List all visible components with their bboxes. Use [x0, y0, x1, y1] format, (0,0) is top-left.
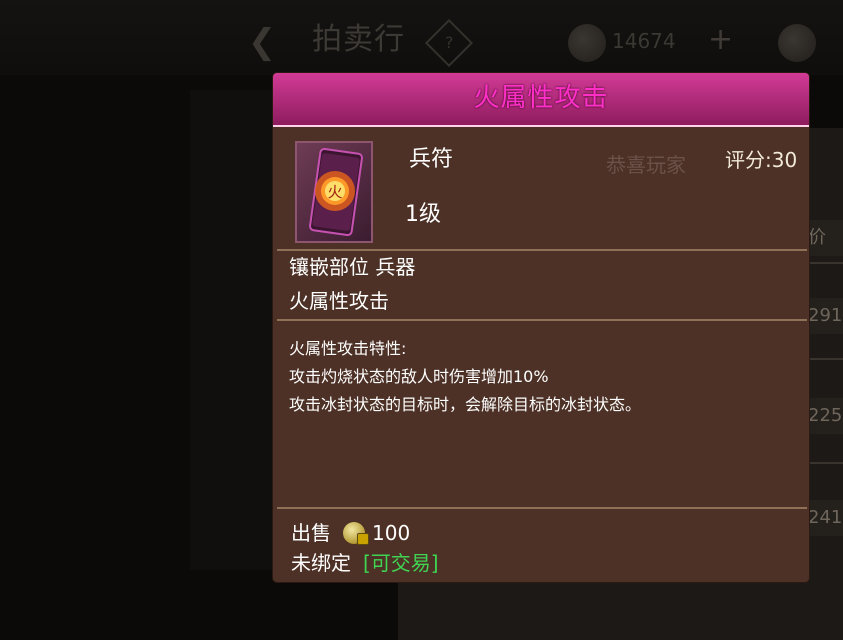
list-item[interactable]: 225 [808, 398, 843, 434]
fire-talisman-icon: 火 [295, 141, 373, 243]
description-line: 攻击灼烧状态的敌人时伤害增加10% [289, 367, 549, 386]
background-broadcast-text: 恭喜玩家 [606, 153, 686, 177]
bind-status: 未绑定 [291, 551, 351, 575]
row-divider [808, 262, 843, 264]
row-divider [808, 462, 843, 464]
tradable-status: [可交易] [363, 551, 439, 575]
divider [277, 507, 807, 509]
background-sidebar [190, 90, 274, 570]
divider [277, 319, 807, 321]
row-divider [808, 358, 843, 360]
item-tooltip: 火属性攻击 火 兵符 1级 恭喜玩家 评分:30 镶嵌部位 兵器 火属性攻击 火… [273, 73, 809, 582]
gold-amount: 14674 [612, 29, 676, 53]
divider [277, 249, 807, 251]
svg-text:火: 火 [327, 183, 342, 201]
item-score: 评分:30 [725, 148, 798, 172]
list-item[interactable]: 291 [808, 298, 843, 334]
description-line: 火属性攻击特性: [289, 339, 407, 358]
price-column-header: 价 [808, 220, 843, 256]
plus-icon[interactable]: + [708, 24, 733, 56]
description-line: 攻击冰封状态的目标时，会解除目标的冰封状态。 [289, 395, 642, 414]
item-attribute: 火属性攻击 [289, 289, 389, 313]
auction-house-title: 拍卖行 [312, 22, 405, 57]
lock-badge-icon [357, 533, 369, 545]
inlay-slot: 镶嵌部位 兵器 [289, 255, 416, 279]
chevron-left-icon[interactable]: ❮ [240, 22, 284, 62]
sell-label: 出售 [291, 521, 331, 545]
sell-price: 100 [372, 521, 411, 545]
tooltip-title: 火属性攻击 [473, 83, 609, 113]
item-name: 兵符 [409, 147, 454, 172]
item-level: 1级 [405, 202, 441, 227]
list-item[interactable]: 241 [808, 500, 843, 536]
gold-coin-icon [568, 24, 606, 62]
currency-icon [778, 24, 816, 62]
